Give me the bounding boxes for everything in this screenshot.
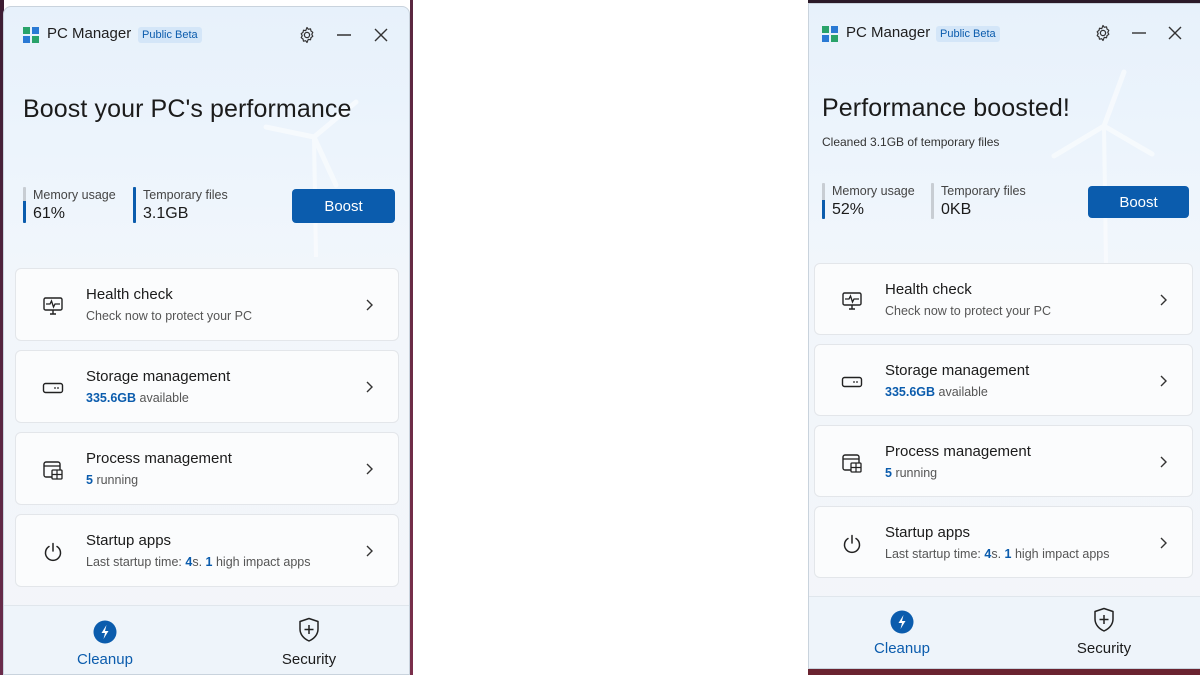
card-title: Storage management <box>885 362 1030 379</box>
storage-drive-icon <box>42 382 64 394</box>
power-icon <box>843 534 861 554</box>
card-title: Startup apps <box>885 524 971 541</box>
hero-title: Boost your PC's performance <box>23 95 352 123</box>
temporary-files-value: 3.1GB <box>143 205 189 222</box>
health-monitor-icon <box>842 292 862 310</box>
chevron-right-icon <box>1160 537 1167 549</box>
public-beta-badge: Public Beta <box>138 27 202 43</box>
close-icon <box>374 28 388 42</box>
health-check-card[interactable]: Health check Check now to protect your P… <box>15 268 399 341</box>
process-window-icon <box>43 461 63 480</box>
card-subtitle: 5 running <box>86 473 139 487</box>
minimize-button[interactable] <box>329 20 359 50</box>
bottom-navigation: Cleanup Security <box>809 596 1200 668</box>
temporary-files-bar <box>133 187 136 223</box>
hero-subtitle: Cleaned 3.1GB of temporary files <box>822 135 1000 149</box>
minimize-icon <box>1132 32 1146 34</box>
temporary-files-value: 0KB <box>941 201 972 218</box>
close-button[interactable] <box>1160 18 1190 48</box>
settings-button[interactable] <box>292 20 322 50</box>
card-subtitle: 335.6GB available <box>885 385 988 399</box>
memory-usage-value: 61% <box>33 205 66 222</box>
chevron-right-icon <box>366 545 373 557</box>
card-title: Process management <box>86 450 232 467</box>
gear-icon <box>300 26 314 44</box>
startup-apps-card[interactable]: Startup apps Last startup time: 4s. 1 hi… <box>15 514 399 587</box>
shield-plus-icon <box>299 617 319 642</box>
power-icon <box>44 542 62 562</box>
chevron-right-icon <box>1160 456 1167 468</box>
chevron-right-icon <box>1160 375 1167 387</box>
minimize-button[interactable] <box>1124 18 1154 48</box>
storage-management-card[interactable]: Storage management 335.6GB available <box>814 344 1193 416</box>
storage-management-card[interactable]: Storage management 335.6GB available <box>15 350 399 423</box>
public-beta-badge: Public Beta <box>936 26 1000 42</box>
card-subtitle: 335.6GB available <box>86 391 189 405</box>
settings-button[interactable] <box>1088 18 1118 48</box>
title-bar: PC Manager Public Beta <box>809 4 1200 60</box>
desktop-background-strip <box>410 0 413 675</box>
chevron-right-icon <box>366 463 373 475</box>
shield-plus-icon <box>1094 607 1114 632</box>
temporary-files-label: Temporary files <box>143 188 228 202</box>
chevron-right-icon <box>1160 294 1167 306</box>
app-title: PC Manager <box>846 24 931 41</box>
card-title: Process management <box>885 443 1031 460</box>
nav-cleanup[interactable]: Cleanup <box>45 606 165 674</box>
temporary-files-stat: Temporary files 3.1GB <box>133 187 228 225</box>
nav-cleanup[interactable]: Cleanup <box>842 597 962 668</box>
boost-button[interactable]: Boost <box>292 189 395 223</box>
lightning-icon <box>890 610 914 634</box>
lightning-icon <box>93 620 117 644</box>
memory-usage-stat: Memory usage 61% <box>23 187 116 225</box>
temporary-files-bar <box>931 183 934 219</box>
card-subtitle: Last startup time: 4s. 1 high impact app… <box>86 555 311 569</box>
nav-security[interactable]: Security <box>249 606 369 674</box>
nav-security[interactable]: Security <box>1044 597 1164 668</box>
startup-apps-card[interactable]: Startup apps Last startup time: 4s. 1 hi… <box>814 506 1193 578</box>
minimize-icon <box>337 34 351 36</box>
process-window-icon <box>842 454 862 473</box>
close-button[interactable] <box>366 20 396 50</box>
process-management-card[interactable]: Process management 5 running <box>15 432 399 505</box>
temporary-files-label: Temporary files <box>941 184 1026 198</box>
temporary-files-stat: Temporary files 0KB <box>931 183 1026 221</box>
storage-drive-icon <box>841 376 863 388</box>
card-title: Health check <box>86 286 173 303</box>
memory-usage-stat: Memory usage 52% <box>822 183 915 221</box>
nav-security-label: Security <box>1076 640 1132 657</box>
memory-usage-value: 52% <box>832 201 865 218</box>
pc-manager-window-after: PC Manager Public Beta Performance boost… <box>808 3 1200 669</box>
process-management-card[interactable]: Process management 5 running <box>814 425 1193 497</box>
card-title: Storage management <box>86 368 231 385</box>
card-subtitle: Last startup time: 4s. 1 high impact app… <box>885 547 1110 561</box>
card-title: Startup apps <box>86 532 172 549</box>
health-check-card[interactable]: Health check Check now to protect your P… <box>814 263 1193 335</box>
app-title: PC Manager <box>47 25 132 42</box>
hero-title: Performance boosted! <box>822 94 1070 122</box>
boost-button[interactable]: Boost <box>1088 186 1189 218</box>
card-title: Health check <box>885 281 972 298</box>
pc-manager-logo-icon <box>822 26 838 42</box>
memory-usage-label: Memory usage <box>832 184 915 198</box>
card-subtitle: Check now to protect your PC <box>86 309 253 323</box>
chevron-right-icon <box>366 299 373 311</box>
nav-cleanup-label: Cleanup <box>77 651 133 668</box>
card-subtitle: 5 running <box>885 466 938 480</box>
bottom-navigation: Cleanup Security <box>4 605 409 674</box>
memory-usage-bar <box>23 187 26 223</box>
memory-usage-bar <box>822 183 825 219</box>
health-monitor-icon <box>43 297 63 315</box>
gear-icon <box>1096 24 1110 42</box>
title-bar: PC Manager Public Beta <box>4 7 409 63</box>
nav-cleanup-label: Cleanup <box>874 640 930 657</box>
card-subtitle: Check now to protect your PC <box>885 304 1052 318</box>
close-icon <box>1168 26 1182 40</box>
pc-manager-logo-icon <box>23 27 39 43</box>
nav-security-label: Security <box>281 651 337 668</box>
chevron-right-icon <box>366 381 373 393</box>
pc-manager-window-before: PC Manager Public Beta Boost your PC's p… <box>3 6 410 675</box>
memory-usage-label: Memory usage <box>33 188 116 202</box>
